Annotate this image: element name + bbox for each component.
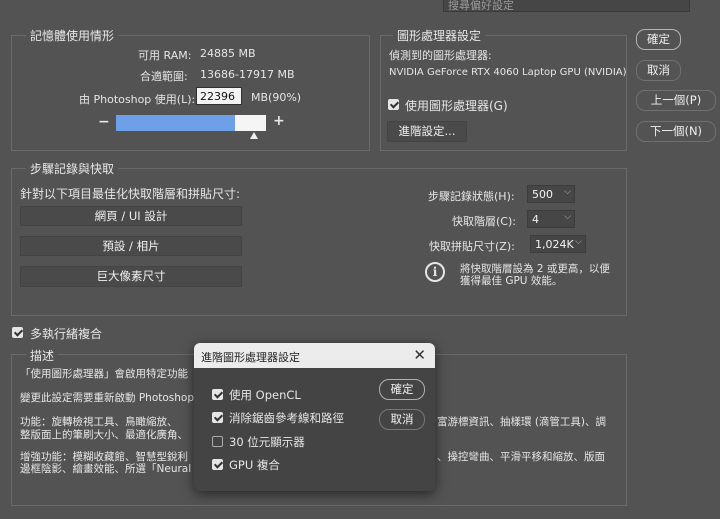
gpu-settings-title: 圖形處理器設定 <box>393 27 486 44</box>
opencl-checkbox[interactable] <box>212 389 223 400</box>
memory-slider[interactable] <box>116 115 266 131</box>
cache-tile-size-label: 快取拼貼尺寸(Z): <box>429 240 515 253</box>
cache-levels-value: 4 <box>532 213 539 226</box>
use-gpu-checkbox[interactable] <box>388 99 399 110</box>
preset-huge-pixel-button[interactable]: 巨大像素尺寸 <box>20 266 242 287</box>
description-line1: 「使用圖形處理器」會啟用特定功能 <box>20 368 188 380</box>
cancel-button[interactable]: 取消 <box>636 60 681 81</box>
memory-decrease-icon[interactable]: − <box>98 114 110 130</box>
memory-usage-title: 記憶體使用情形 <box>26 27 119 44</box>
description-line6: 邊框陰影、繪畫效能、所選「Neural <box>20 463 192 475</box>
available-ram-value: 24885 MB <box>200 47 256 60</box>
description-line2: 變更此設定需要重新啟動 Photoshop <box>20 392 195 404</box>
history-states-label: 步驟記錄狀態(H): <box>428 190 515 203</box>
memory-slider-thumb[interactable] <box>250 132 258 139</box>
chevron-down-icon: ⌵ <box>575 237 582 247</box>
photoshop-usage-label: 由 Photoshop 使用(L): <box>79 93 196 106</box>
30bit-display-label[interactable]: 30 位元顯示器 <box>229 434 305 450</box>
memory-increase-icon[interactable]: + <box>273 113 285 129</box>
antialias-guides-label[interactable]: 消除鋸齒參考線和路徑 <box>229 410 344 426</box>
multithread-checkbox[interactable] <box>12 327 23 338</box>
dialog-cancel-button[interactable]: 取消 <box>379 409 425 430</box>
ok-button[interactable]: 確定 <box>636 29 681 50</box>
gpu-detected-label: 偵測到的圖形處理器: <box>389 49 492 62</box>
optimize-cache-label: 針對以下項目最佳化快取階層和拼貼尺寸: <box>20 187 241 201</box>
history-states-value: 500 <box>532 188 553 201</box>
description-line5b: 、操控彎曲、平滑平移和縮放、版面 <box>437 451 605 463</box>
info-icon: i <box>425 262 445 282</box>
gpu-compositing-checkbox[interactable] <box>212 459 223 470</box>
cache-tile-size-select[interactable]: 1,024K ⌵ <box>530 235 586 253</box>
available-ram-label: 可用 RAM: <box>138 49 192 62</box>
memory-slider-fill <box>116 115 235 131</box>
dialog-ok-button[interactable]: 確定 <box>379 379 425 400</box>
search-field[interactable]: 搜尋偏好設定 <box>443 0 690 12</box>
advanced-gpu-settings-dialog: 進階圖形處理器設定 ✕ 使用 OpenCL 消除鋸齒參考線和路徑 30 位元顯示… <box>194 343 435 491</box>
ideal-range-label: 合適範圍: <box>140 70 188 83</box>
gpu-name: NVIDIA GeForce RTX 4060 Laptop GPU (NVID… <box>389 67 627 78</box>
antialias-guides-checkbox[interactable] <box>212 412 223 423</box>
previous-button[interactable]: 上一個(P) <box>636 90 716 111</box>
cache-info-line2: 獲得最佳 GPU 效能。 <box>460 275 563 287</box>
cache-tile-size-value: 1,024K <box>535 238 574 251</box>
30bit-display-checkbox[interactable] <box>212 436 223 447</box>
preset-web-ui-button[interactable]: 網頁 / UI 設計 <box>20 206 242 226</box>
next-button[interactable]: 下一個(N) <box>636 121 716 142</box>
description-line3b: 富游標資訊、抽樣環 (滴管工具)、調 <box>437 416 607 428</box>
memory-usage-input[interactable] <box>196 87 242 105</box>
gpu-compositing-label[interactable]: GPU 複合 <box>229 457 280 473</box>
preset-default-photo-button[interactable]: 預設 / 相片 <box>20 236 242 256</box>
history-states-select[interactable]: 500 ⌵ <box>527 185 575 203</box>
dialog-title: 進階圖形處理器設定 <box>201 351 300 364</box>
description-title: 描述 <box>26 347 59 364</box>
dialog-titlebar: 進階圖形處理器設定 ✕ <box>194 343 435 368</box>
chevron-down-icon: ⌵ <box>564 187 571 197</box>
use-gpu-label[interactable]: 使用圖形處理器(G) <box>405 97 508 114</box>
ideal-range-value: 13686-17917 MB <box>200 68 295 81</box>
cache-levels-select[interactable]: 4 ⌵ <box>527 210 575 228</box>
opencl-label[interactable]: 使用 OpenCL <box>229 387 301 403</box>
cache-levels-label: 快取階層(C): <box>452 215 516 228</box>
close-icon[interactable]: ✕ <box>413 346 426 364</box>
advanced-settings-button[interactable]: 進階設定... <box>387 121 467 142</box>
multithread-label[interactable]: 多執行緒複合 <box>30 325 102 342</box>
history-cache-title: 步驟記錄與快取 <box>26 160 119 177</box>
search-input[interactable]: 搜尋偏好設定 <box>448 0 514 13</box>
description-line4: 整版面上的筆刷大小、最適化廣角、 <box>20 429 188 441</box>
chevron-down-icon: ⌵ <box>564 212 571 222</box>
memory-usage-percent: MB(90%) <box>251 91 302 104</box>
